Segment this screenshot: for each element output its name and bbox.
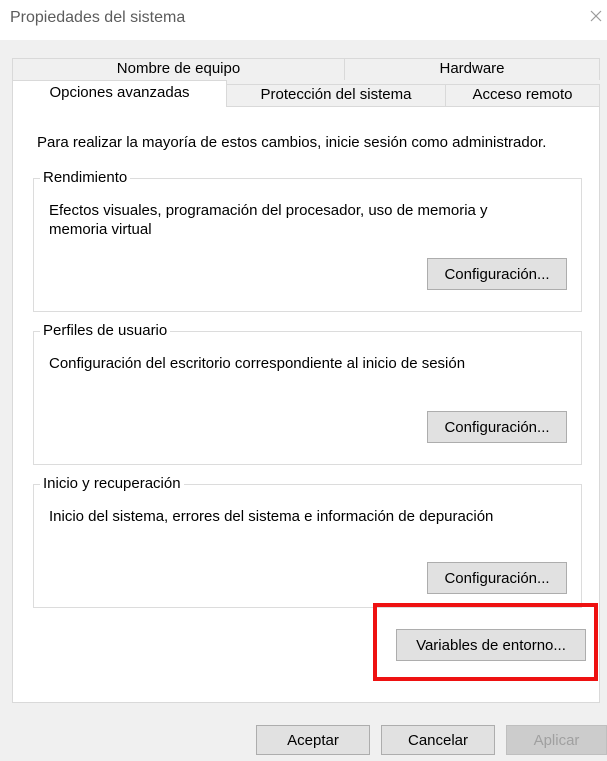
tab-acceso-remoto[interactable]: Acceso remoto — [445, 84, 600, 106]
group-rendimiento: Rendimiento Efectos visuales, programaci… — [33, 169, 582, 312]
group-title-inicio: Inicio y recuperación — [40, 475, 184, 492]
performance-settings-button[interactable]: Configuración... — [427, 258, 567, 290]
close-icon[interactable] — [586, 6, 606, 26]
group-description-perfiles: Configuración del escritorio correspondi… — [49, 355, 466, 372]
group-title-perfiles: Perfiles de usuario — [40, 322, 171, 339]
startup-recovery-settings-button[interactable]: Configuración... — [427, 562, 567, 594]
user-profiles-settings-button[interactable]: Configuración... — [427, 411, 567, 443]
ok-button[interactable]: Aceptar — [256, 725, 370, 755]
apply-button: Aplicar — [506, 725, 607, 755]
tab-opciones-avanzadas[interactable]: Opciones avanzadas — [12, 80, 227, 107]
group-perfiles-de-usuario: Perfiles de usuario Configuración del es… — [33, 322, 582, 465]
title-bar: Propiedades del sistema — [0, 0, 607, 40]
group-description-inicio: Inicio del sistema, errores del sistema … — [49, 508, 494, 525]
cancel-button[interactable]: Cancelar — [381, 725, 495, 755]
admin-note: Para realizar la mayoría de estos cambio… — [37, 134, 547, 151]
tab-hardware[interactable]: Hardware — [344, 58, 600, 80]
group-inicio-y-recuperacion: Inicio y recuperación Inicio del sistema… — [33, 475, 582, 608]
window-title: Propiedades del sistema — [10, 9, 186, 26]
group-description-rendimiento: Efectos visuales, programación del proce… — [49, 202, 488, 238]
tab-proteccion-del-sistema[interactable]: Protección del sistema — [226, 84, 446, 106]
group-title-rendimiento: Rendimiento — [40, 169, 131, 186]
tab-nombre-de-equipo[interactable]: Nombre de equipo — [12, 58, 345, 80]
advanced-options-panel: Para realizar la mayoría de estos cambio… — [12, 106, 600, 703]
environment-variables-button[interactable]: Variables de entorno... — [396, 629, 586, 661]
